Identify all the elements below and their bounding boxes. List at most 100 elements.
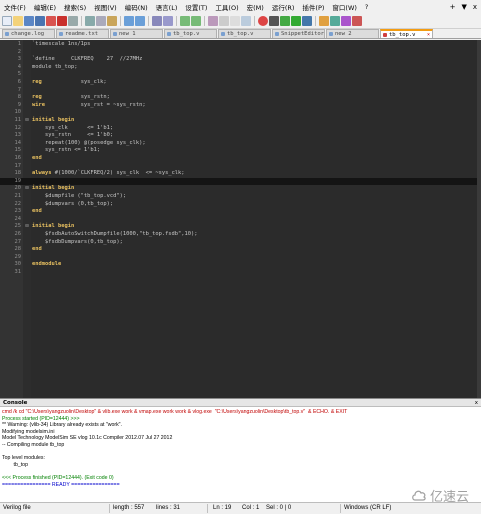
- file-saved-icon: [113, 32, 117, 36]
- line-number: 8: [17, 94, 21, 101]
- menu-item[interactable]: 文件(F): [0, 2, 30, 12]
- menu-item[interactable]: ?: [361, 3, 372, 11]
- fold-toggle-icon[interactable]: ⊟: [24, 117, 30, 125]
- code-line: 11 ⊟ initial begin: [0, 117, 481, 125]
- redo-icon[interactable]: [135, 16, 145, 26]
- menu-item[interactable]: 宏(M): [243, 2, 268, 12]
- menu-item[interactable]: 语言(L): [152, 2, 182, 12]
- record-macro-icon[interactable]: [258, 16, 268, 26]
- file-tab[interactable]: readme.txt: [56, 29, 109, 38]
- fold-toggle-icon[interactable]: ⊟: [24, 223, 30, 231]
- replace-icon[interactable]: [163, 16, 173, 26]
- cut-icon[interactable]: [85, 16, 95, 26]
- code-text: $fsdbAutoSwitchDumpfile(1000,"tb_top.fsd…: [32, 231, 198, 237]
- code-line: 21 $dumpfile ("tb_top.vcd");: [0, 193, 481, 201]
- keyword: always: [32, 170, 52, 177]
- save-icon[interactable]: [24, 16, 34, 26]
- code-line: 13 sys_rstn <= 1'b0;: [0, 132, 481, 140]
- find-icon[interactable]: [152, 16, 162, 26]
- zoom-in-icon[interactable]: [180, 16, 190, 26]
- code-text: `define CLKFREQ 27 //27MHz: [32, 56, 143, 63]
- file-tab-label: new 2: [335, 31, 352, 37]
- close-file-icon[interactable]: [46, 16, 56, 26]
- window-control-button[interactable]: ▼: [461, 3, 466, 11]
- code-line: 7: [0, 87, 481, 95]
- code-line: 19: [0, 177, 481, 186]
- code-text: repeat(100) @(posedge sys_clk);: [32, 139, 146, 146]
- new-file-icon[interactable]: [2, 16, 12, 26]
- console-close-button[interactable]: x: [475, 400, 481, 406]
- line-number: 17: [14, 162, 22, 169]
- code-line: 6 reg sys_clk;: [0, 79, 481, 87]
- word-wrap-icon[interactable]: [219, 16, 229, 26]
- code-editor[interactable]: 1 `timescale 1ns/1ps 2 3 `define CLKFREQ 27 …: [0, 40, 481, 398]
- code-text: $dumpvars (0,tb_top);: [32, 200, 114, 207]
- code-text: reg sys_clk;: [32, 79, 107, 85]
- open-file-icon[interactable]: [13, 16, 23, 26]
- paste-icon[interactable]: [107, 16, 117, 26]
- save-all-icon[interactable]: [35, 16, 45, 26]
- close-tab-icon[interactable]: ×: [427, 32, 430, 38]
- code-line: 14 repeat(100) @(posedge sys_clk);: [0, 140, 481, 148]
- menu-item[interactable]: 工具(O): [211, 2, 242, 12]
- line-number: 1: [17, 41, 21, 47]
- file-saved-icon: [275, 32, 279, 36]
- code-text: sys_rstn <= 1'b1;: [32, 147, 101, 154]
- line-number: 28: [14, 246, 22, 253]
- code-text: end: [32, 155, 42, 161]
- status-column: Col : 1: [242, 505, 260, 511]
- status-length: length : 557: [113, 505, 145, 511]
- window-control-button[interactable]: x: [473, 3, 477, 11]
- plugin-icon[interactable]: [352, 16, 362, 26]
- menu-item[interactable]: 设置(T): [181, 2, 211, 12]
- file-tab[interactable]: tb_top.v ×: [380, 29, 433, 38]
- menu-item[interactable]: 插件(P): [298, 2, 328, 12]
- file-tab-label: change.log: [11, 31, 45, 37]
- file-tab[interactable]: tb_top.v: [164, 29, 217, 38]
- keyword: wire: [32, 101, 45, 108]
- menu-item[interactable]: 搜索(S): [60, 2, 90, 12]
- code-line: 15 sys_rstn <= 1'b1;: [0, 147, 481, 155]
- menu-item[interactable]: 视图(V): [90, 2, 121, 12]
- plugin-icon[interactable]: [341, 16, 351, 26]
- console-line: <<< Process finished (PID=12444). (Exit …: [2, 475, 114, 481]
- close-all-icon[interactable]: [57, 16, 67, 26]
- line-number: 12: [14, 124, 22, 131]
- code-text: $fsdbDumpvars(0,tb_top);: [32, 238, 123, 245]
- vertical-scrollbar[interactable]: [477, 40, 481, 398]
- menu-item[interactable]: 窗口(W): [328, 2, 361, 12]
- menu-item[interactable]: 编码(N): [121, 2, 152, 12]
- file-tab[interactable]: new 2: [326, 29, 379, 38]
- undo-icon[interactable]: [124, 16, 134, 26]
- file-tab[interactable]: SnippetEditor_fb: [272, 29, 325, 38]
- code-text: `timescale 1ns/1ps: [32, 41, 91, 47]
- line-number: 5: [17, 71, 21, 78]
- file-tab[interactable]: change.log: [2, 29, 55, 38]
- file-tab[interactable]: new 1: [110, 29, 163, 38]
- save-macro-icon[interactable]: [302, 16, 312, 26]
- plugin-icon[interactable]: [330, 16, 340, 26]
- run-macro-multiple-icon[interactable]: [291, 16, 301, 26]
- copy-icon[interactable]: [96, 16, 106, 26]
- stop-macro-icon[interactable]: [269, 16, 279, 26]
- code-line: 10: [0, 109, 481, 117]
- code-text: wire sys_rst = ~sys_rstn;: [32, 101, 146, 108]
- print-icon[interactable]: [68, 16, 78, 26]
- code-line: 4 module tb_top;: [0, 64, 481, 72]
- fold-toggle-icon[interactable]: ⊟: [24, 185, 30, 193]
- menu-item[interactable]: 运行(R): [268, 2, 299, 12]
- line-number: 4: [17, 63, 21, 70]
- menu-item[interactable]: 编辑(E): [30, 2, 60, 12]
- play-macro-icon[interactable]: [280, 16, 290, 26]
- show-all-chars-icon[interactable]: [230, 16, 240, 26]
- plugin-icon[interactable]: [319, 16, 329, 26]
- code-line: 12 sys_clk <= 1'b1;: [0, 125, 481, 133]
- sync-scroll-icon[interactable]: [208, 16, 218, 26]
- console-output[interactable]: cmd /k cd "C:\Users\yangzuolin\Desktop" …: [2, 409, 477, 501]
- zoom-out-icon[interactable]: [191, 16, 201, 26]
- file-tab-label: new 1: [119, 31, 136, 37]
- file-tab[interactable]: tb_top.v: [218, 29, 271, 38]
- window-control-button[interactable]: +: [450, 3, 456, 11]
- indent-guide-icon[interactable]: [241, 16, 251, 26]
- file-tab-label: readme.txt: [65, 31, 99, 37]
